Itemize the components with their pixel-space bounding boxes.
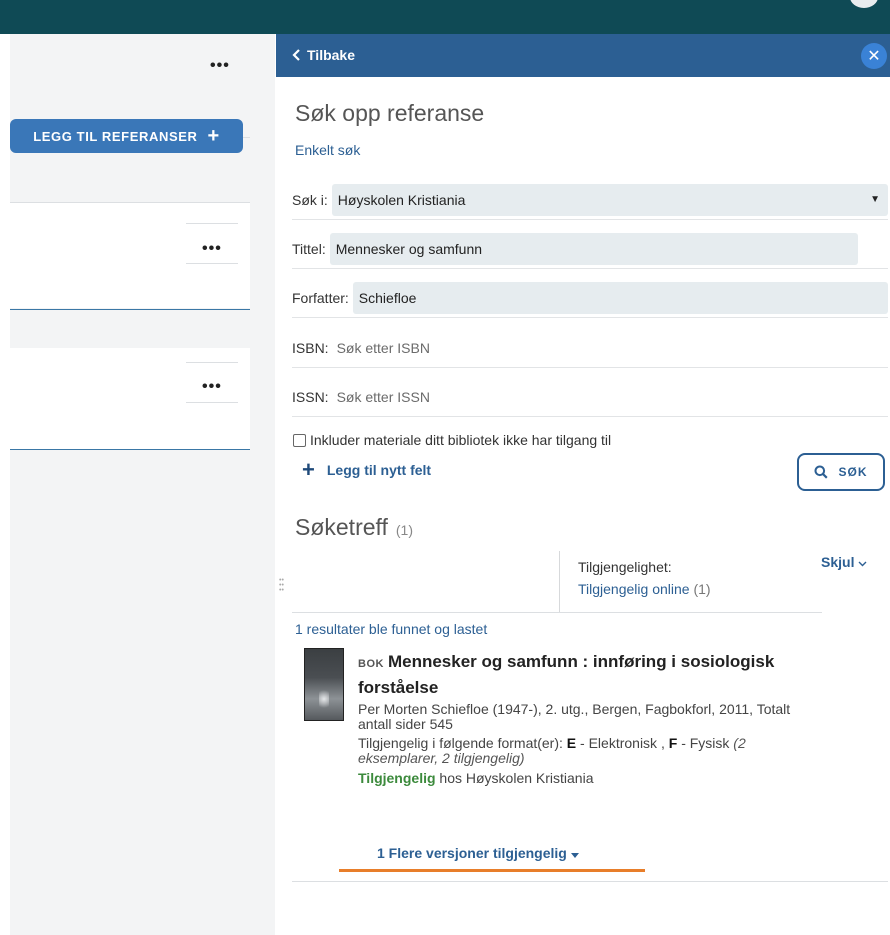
close-icon: ✕ [867, 48, 881, 65]
title-input[interactable]: Mennesker og samfunn [329, 232, 858, 265]
isbn-row: ISBN: Søk etter ISBN [292, 328, 888, 368]
format-e-code: E [566, 735, 577, 751]
focus-highlight-bar [339, 869, 645, 872]
app-topbar [0, 0, 890, 34]
result-title-line[interactable]: BOK Mennesker og samfunn : innføring i so… [358, 650, 798, 700]
divider [292, 612, 822, 613]
divider [292, 881, 888, 882]
facet-available-online[interactable]: Tilgjengelig online (1) [578, 581, 711, 597]
search-button[interactable]: SØK [797, 453, 885, 491]
result-metadata: Per Morten Schiefloe (1947-), 2. utg., B… [358, 701, 791, 732]
search-icon [814, 465, 829, 479]
author-input[interactable]: Schiefloe [352, 281, 888, 314]
availability-location: hos Høyskolen Kristiania [439, 770, 594, 786]
result-formats: Tilgjengelig i følgende format(er): E - … [358, 736, 798, 766]
include-unavailable-label: Inkluder materiale ditt bibliotek ikke h… [310, 432, 612, 448]
more-versions-label: 1 Flere versjoner tilgjengelig [377, 845, 567, 861]
user-avatar[interactable] [850, 0, 878, 8]
format-e-label: - Elektronisk , [580, 735, 665, 751]
search-reference-panel: Tilbake ✕ Søk opp referanse Enkelt søk S… [276, 34, 890, 935]
hide-facets-button[interactable]: Skjul [821, 554, 867, 570]
author-input-value: Schiefloe [358, 289, 417, 306]
format-f-code: F [668, 735, 678, 751]
include-unavailable-row: Inkluder materiale ditt bibliotek ikke h… [293, 432, 611, 448]
add-field-button[interactable]: + Legg til nytt felt [302, 457, 432, 482]
card-divider [10, 449, 250, 450]
title-input-value: Mennesker og samfunn [335, 240, 483, 257]
results-found-text: 1 resultater ble funnet og lastet [295, 621, 488, 637]
search-in-row: Søk i: Høyskolen Kristiania ▼ [292, 180, 888, 220]
add-field-label: Legg til nytt felt [326, 462, 432, 478]
results-title: Søketreff [295, 514, 388, 540]
chevron-down-icon [858, 561, 867, 567]
plus-icon: + [302, 457, 315, 482]
facet-value: Tilgjengelig online [578, 581, 690, 597]
hide-label: Skjul [821, 554, 855, 570]
include-unavailable-checkbox[interactable] [293, 433, 306, 447]
book-cover-thumbnail[interactable] [304, 648, 344, 721]
result-availability: Tilgjengelig hos Høyskolen Kristiania [358, 770, 798, 786]
caret-down-icon: ▼ [870, 194, 880, 205]
facet-count: (1) [693, 581, 711, 597]
isbn-label: ISBN: [292, 339, 329, 356]
author-label: Forfatter: [292, 289, 349, 306]
search-in-value: Høyskolen Kristiania [337, 191, 466, 208]
plus-icon: + [207, 125, 220, 147]
formats-prefix: Tilgjengelig i følgende format(er): [358, 735, 563, 751]
results-heading: Søketreff (1) [295, 514, 413, 541]
reference-list-panel: ••• ••• ••• [10, 34, 275, 935]
availability-status[interactable]: Tilgjengelig [358, 770, 436, 786]
title-label: Tittel: [292, 240, 326, 257]
back-label: Tilbake [307, 47, 355, 63]
reference-card[interactable]: ••• [10, 203, 250, 308]
divider [186, 402, 238, 403]
close-button[interactable]: ✕ [861, 43, 887, 69]
back-button[interactable]: Tilbake [292, 47, 355, 63]
divider [186, 263, 238, 264]
search-button-label: SØK [838, 465, 868, 479]
simple-search-tab[interactable]: Enkelt søk [295, 142, 360, 158]
add-references-label: LEGG TIL REFERANSER [33, 128, 198, 144]
cover-image-detail [319, 689, 329, 709]
divider [186, 223, 238, 224]
chevron-left-icon [292, 49, 300, 61]
divider [186, 362, 238, 363]
drag-handle-icon[interactable]: •• •• •• [279, 577, 287, 594]
panel-header: Tilbake ✕ [276, 34, 890, 77]
more-options-icon[interactable]: ••• [210, 58, 230, 74]
more-options-icon[interactable]: ••• [202, 241, 222, 257]
result-item: BOK Mennesker og samfunn : innføring i so… [358, 650, 798, 786]
issn-label: ISSN: [292, 388, 329, 405]
isbn-input[interactable]: Søk etter ISBN [337, 340, 430, 356]
results-count: (1) [395, 522, 414, 538]
add-references-button[interactable]: LEGG TIL REFERANSER + [10, 119, 243, 153]
more-options-icon[interactable]: ••• [202, 379, 222, 395]
reference-card[interactable]: ••• [10, 348, 250, 449]
more-versions-link[interactable]: 1 Flere versjoner tilgjengelig [377, 845, 579, 861]
search-in-label: Søk i: [292, 191, 328, 208]
format-f-label: - Fysisk [681, 735, 730, 751]
result-type-badge: BOK [358, 658, 384, 670]
search-in-select[interactable]: Høyskolen Kristiania ▼ [331, 183, 888, 216]
card-divider [10, 309, 250, 310]
title-row: Tittel: Mennesker og samfunn [292, 229, 888, 269]
panel-title: Søk opp referanse [295, 100, 485, 126]
facet-availability-label: Tilgjengelighet: [578, 559, 672, 575]
author-row: Forfatter: Schiefloe [292, 278, 888, 318]
caret-down-icon [570, 853, 579, 858]
result-title: Mennesker og samfunn : innføring i sosio… [358, 652, 775, 697]
issn-row: ISSN: Søk etter ISSN [292, 377, 888, 417]
issn-input[interactable]: Søk etter ISSN [337, 389, 430, 405]
